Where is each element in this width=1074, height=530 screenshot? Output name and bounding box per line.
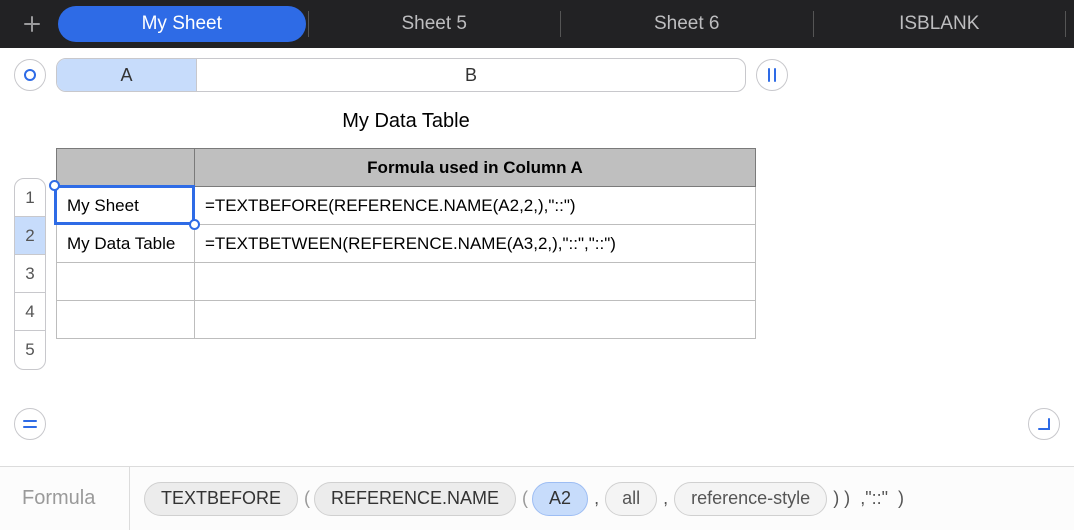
selection-handle-br[interactable]: [189, 219, 200, 230]
formula-close-paren: ) ): [829, 488, 854, 509]
row-label: 3: [25, 264, 34, 284]
formula-bar-content[interactable]: TEXTBEFORE REFERENCE.NAME A2 , all , ref…: [130, 482, 1074, 516]
cell-a4[interactable]: [57, 263, 195, 301]
tab-divider: [308, 11, 309, 37]
cell-a5[interactable]: [57, 301, 195, 339]
header-text: Formula used in Column A: [367, 158, 583, 177]
table-corner-cell[interactable]: [57, 149, 195, 187]
table-header-row: Formula used in Column A: [57, 149, 756, 187]
tab-divider: [560, 11, 561, 37]
cell-a3[interactable]: My Data Table: [57, 225, 195, 263]
add-sheet-button[interactable]: [8, 4, 56, 44]
cell-value: My Data Table: [67, 234, 175, 253]
token-text: REFERENCE.NAME: [331, 488, 499, 509]
add-row-button[interactable]: [14, 408, 46, 440]
data-table: Formula used in Column A My Sheet =TEXTB…: [56, 148, 756, 339]
selection-handle-tl[interactable]: [49, 180, 60, 191]
sheet-tab-my-sheet[interactable]: My Sheet: [58, 6, 306, 42]
formula-close-paren: ): [894, 488, 908, 509]
row-header-4[interactable]: 4: [15, 293, 45, 331]
cell-b4[interactable]: [195, 263, 756, 301]
cell-value: =TEXTBEFORE(REFERENCE.NAME(A2,2,),"::"): [205, 196, 576, 215]
formula-bar-label: Formula: [0, 467, 130, 530]
table-title[interactable]: My Data Table: [56, 108, 756, 148]
table-row: My Data Table =TEXTBETWEEN(REFERENCE.NAM…: [57, 225, 756, 263]
row-label: 2: [25, 226, 34, 246]
formula-token-cell-ref[interactable]: A2: [532, 482, 588, 516]
paren-open-icon: [300, 488, 312, 509]
cell-value: =TEXTBETWEEN(REFERENCE.NAME(A3,2,),"::",…: [205, 234, 616, 253]
row-label: 4: [25, 302, 34, 322]
add-column-button[interactable]: [756, 59, 788, 91]
row-header-1[interactable]: 1: [15, 179, 45, 217]
table-row: [57, 263, 756, 301]
column-label: A: [120, 65, 132, 86]
tab-label: ISBLANK: [899, 13, 979, 35]
row-header-3[interactable]: 3: [15, 255, 45, 293]
formula-token-function[interactable]: REFERENCE.NAME: [314, 482, 516, 516]
row-header-2[interactable]: 2: [15, 217, 45, 255]
row-label: 1: [25, 188, 34, 208]
column-headers: A B: [56, 58, 746, 92]
cell-b2[interactable]: =TEXTBEFORE(REFERENCE.NAME(A2,2,),"::"): [195, 187, 756, 225]
formula-bar: Formula TEXTBEFORE REFERENCE.NAME A2 , a…: [0, 466, 1074, 530]
row-label: 5: [25, 340, 34, 360]
formula-token-arg[interactable]: reference-style: [674, 482, 827, 516]
token-text: TEXTBEFORE: [161, 488, 281, 509]
formula-tail-text: ,"::": [856, 488, 892, 509]
tab-label: My Sheet: [142, 13, 222, 35]
sheet-tab-bar: My Sheet Sheet 5 Sheet 6 ISBLANK: [0, 0, 1074, 48]
paren-open-icon: [518, 488, 530, 509]
cell-b3[interactable]: =TEXTBETWEEN(REFERENCE.NAME(A3,2,),"::",…: [195, 225, 756, 263]
row-header-5[interactable]: 5: [15, 331, 45, 369]
column-header-row: A B: [0, 48, 1074, 94]
token-text: reference-style: [691, 488, 810, 509]
cell-value: My Sheet: [67, 196, 139, 215]
tab-label: Sheet 6: [654, 13, 720, 35]
formula-token-function[interactable]: TEXTBEFORE: [144, 482, 298, 516]
row-headers: 1 2 3 4 5: [14, 178, 46, 370]
formula-comma: ,: [659, 488, 672, 509]
sheet-tab-sheet-5[interactable]: Sheet 5: [311, 6, 559, 42]
sheet-tab-sheet-6[interactable]: Sheet 6: [563, 6, 811, 42]
select-all-circle[interactable]: [14, 59, 46, 91]
sheet-tab-isblank[interactable]: ISBLANK: [816, 6, 1064, 42]
tab-label: Sheet 5: [402, 13, 468, 35]
cell-a2[interactable]: My Sheet: [57, 187, 195, 225]
column-label: B: [465, 65, 477, 86]
tab-divider: [813, 11, 814, 37]
token-text: A2: [549, 488, 571, 509]
resize-table-button[interactable]: [1028, 408, 1060, 440]
table-row: My Sheet =TEXTBEFORE(REFERENCE.NAME(A2,2…: [57, 187, 756, 225]
table-row: [57, 301, 756, 339]
tab-divider: [1065, 11, 1066, 37]
table-header-cell[interactable]: Formula used in Column A: [195, 149, 756, 187]
column-header-b[interactable]: B: [197, 59, 745, 91]
column-header-a[interactable]: A: [57, 59, 197, 91]
formula-comma: ,: [590, 488, 603, 509]
formula-token-arg[interactable]: all: [605, 482, 657, 516]
cell-b5[interactable]: [195, 301, 756, 339]
token-text: all: [622, 488, 640, 509]
